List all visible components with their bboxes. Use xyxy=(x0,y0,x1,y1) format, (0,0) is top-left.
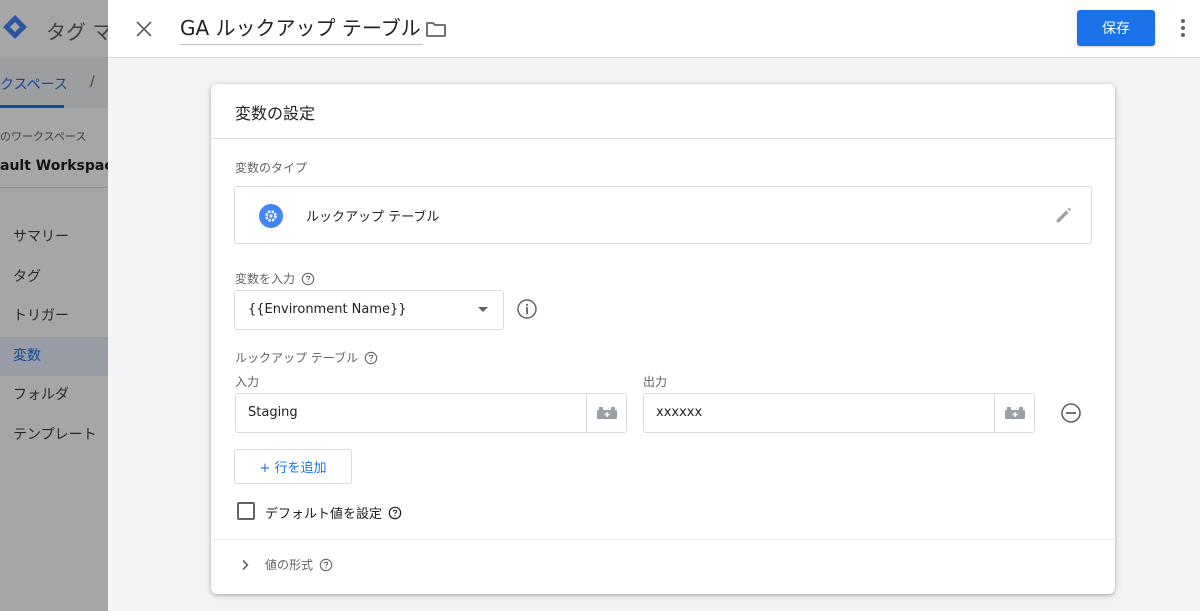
card-divider xyxy=(211,539,1115,540)
variable-editor-panel: GA ルックアップ テーブル 保存 変数の設定 変数のタイプ ルックアップ テー… xyxy=(108,0,1200,611)
help-icon[interactable] xyxy=(364,351,378,365)
lookup-input-value: Staging xyxy=(248,405,298,420)
card-title: 変数の設定 xyxy=(235,104,316,123)
gear-icon xyxy=(259,204,283,228)
input-variable-label: 変数を入力 xyxy=(235,270,315,287)
modal-scrim xyxy=(0,0,108,611)
remove-row-icon[interactable] xyxy=(1060,402,1082,424)
input-variable-value: {{Environment Name}} xyxy=(248,302,407,317)
variable-type-selector[interactable]: ルックアップ テーブル xyxy=(234,186,1092,244)
chevron-down-icon xyxy=(478,307,488,312)
variable-brick-icon xyxy=(1004,407,1025,419)
variable-brick-icon xyxy=(596,407,617,419)
lookup-table-label-text: ルックアップ テーブル xyxy=(235,351,359,365)
variable-type-label-text: 変数のタイプ xyxy=(235,161,308,175)
help-icon[interactable] xyxy=(319,558,333,572)
lookup-output-value: xxxxxx xyxy=(656,405,703,420)
folder-icon[interactable] xyxy=(424,17,448,41)
input-variable-select[interactable]: {{Environment Name}} xyxy=(234,290,504,330)
format-value-label-text: 値の形式 xyxy=(265,558,314,572)
format-value-expander[interactable]: 値の形式 xyxy=(237,556,333,573)
variable-type-name: ルックアップ テーブル xyxy=(306,210,440,225)
card-divider xyxy=(211,138,1115,139)
close-icon[interactable] xyxy=(132,17,156,41)
info-icon[interactable] xyxy=(516,298,538,320)
chevron-right-icon xyxy=(242,559,249,570)
help-icon[interactable] xyxy=(301,272,315,286)
save-button[interactable]: 保存 xyxy=(1077,10,1155,46)
pencil-icon[interactable] xyxy=(1053,204,1075,226)
output-column-label-text: 出力 xyxy=(643,375,668,389)
lookup-input-field[interactable]: Staging xyxy=(235,393,627,433)
variable-configuration-card: 変数の設定 変数のタイプ ルックアップ テーブル 変数を入力 {{Environ… xyxy=(211,84,1115,594)
lookup-output-field[interactable]: xxxxxx xyxy=(643,393,1035,433)
default-value-checkbox[interactable] xyxy=(237,502,255,520)
default-value-label: デフォルト値を設定 xyxy=(265,503,402,522)
editor-header: GA ルックアップ テーブル 保存 xyxy=(108,0,1200,58)
help-icon[interactable] xyxy=(388,506,402,520)
input-variable-label-text: 変数を入力 xyxy=(235,272,296,286)
more-vert-icon[interactable] xyxy=(1171,16,1195,40)
add-row-button[interactable]: + 行を追加 xyxy=(234,449,352,484)
input-column-label: 入力 xyxy=(235,373,259,390)
output-column-label: 出力 xyxy=(643,373,667,390)
insert-variable-button[interactable] xyxy=(994,394,1034,432)
format-value-label: 値の形式 xyxy=(265,556,333,573)
variable-name-input[interactable]: GA ルックアップ テーブル xyxy=(180,13,423,45)
default-value-label-text: デフォルト値を設定 xyxy=(265,507,383,522)
insert-variable-button[interactable] xyxy=(586,394,626,432)
variable-type-label: 変数のタイプ xyxy=(235,159,307,176)
input-column-label-text: 入力 xyxy=(235,375,260,389)
lookup-table-label: ルックアップ テーブル xyxy=(235,349,378,366)
